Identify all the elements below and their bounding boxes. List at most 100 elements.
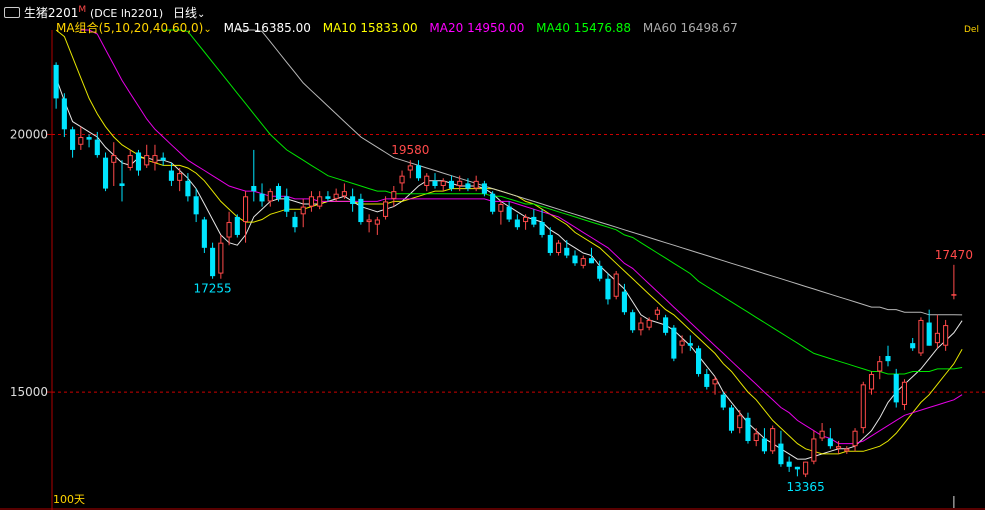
- candle: [638, 317, 644, 336]
- candle: [770, 425, 776, 454]
- candle-body: [259, 193, 265, 202]
- candle-body: [135, 152, 142, 171]
- bottom-period-label: 100天: [53, 493, 85, 506]
- candle: [555, 240, 562, 256]
- candle: [564, 240, 570, 259]
- candle: [901, 379, 908, 411]
- candle-body: [712, 379, 718, 385]
- chevron-down-icon: ⌄: [203, 24, 212, 35]
- candle-body: [251, 185, 257, 192]
- ma20-readout: MA20 14950.00: [429, 21, 525, 35]
- candle: [506, 201, 512, 223]
- candle-body: [152, 155, 158, 163]
- ma10-readout: MA10 15833.00: [322, 21, 418, 35]
- candle-body: [910, 343, 916, 349]
- low-price-label: 17255: [194, 282, 232, 296]
- candle: [111, 142, 117, 186]
- candle-body: [61, 98, 67, 130]
- period-selector[interactable]: 日线⌄: [173, 6, 205, 20]
- candle: [588, 247, 595, 264]
- candle-body: [737, 415, 743, 429]
- candle: [308, 191, 314, 212]
- candle: [860, 381, 866, 434]
- candle: [951, 264, 957, 300]
- title-bar: 生猪2201M (DCE lh2201) 日线⌄: [4, 3, 205, 22]
- candle: [753, 428, 759, 447]
- candle: [943, 319, 949, 351]
- candle: [86, 134, 92, 148]
- candle: [259, 183, 265, 207]
- symbol-mark: M: [78, 5, 87, 15]
- candle-body: [218, 242, 224, 274]
- candle: [663, 314, 669, 336]
- ma-group-selector[interactable]: MA组合(5,10,20,40,60,0)⌄: [56, 21, 216, 35]
- candle: [803, 461, 809, 478]
- price-chart[interactable]: 15000 20000 19580 17255 13365 17470: [0, 0, 985, 510]
- candle: [374, 216, 380, 235]
- candle-body: [638, 322, 644, 331]
- moving-average-layer: [55, 29, 963, 460]
- candle: [572, 250, 578, 266]
- candle-body: [185, 180, 191, 197]
- candle-body: [317, 196, 323, 207]
- candle: [621, 283, 627, 315]
- candle-body: [646, 319, 652, 328]
- candle: [325, 191, 331, 202]
- candle-body: [119, 183, 125, 186]
- candle-body: [70, 129, 76, 150]
- candle-body: [539, 222, 545, 235]
- ma5-line: [55, 77, 963, 460]
- candle: [193, 188, 199, 223]
- candle: [827, 428, 833, 449]
- candle: [728, 404, 735, 434]
- right-edge-label: Del: [964, 25, 979, 35]
- symbol-name[interactable]: 生猪2201: [24, 6, 79, 20]
- candle-body: [366, 219, 372, 223]
- candle: [243, 191, 249, 243]
- candle: [654, 307, 660, 320]
- candle: [234, 214, 240, 238]
- candle-body: [918, 319, 924, 354]
- candle-body: [308, 196, 314, 207]
- candle: [918, 317, 924, 357]
- ma40-line: [163, 29, 963, 375]
- candle: [284, 188, 290, 217]
- candle-body: [177, 173, 183, 181]
- candle: [251, 149, 257, 202]
- candle: [135, 149, 142, 176]
- candle-body: [275, 185, 282, 199]
- candle-body: [325, 196, 331, 199]
- ma20-line: [80, 29, 963, 445]
- candle: [399, 170, 405, 192]
- candle-body: [605, 278, 611, 300]
- ma-group-label: MA组合(5,10,20,40,60,0): [56, 21, 204, 35]
- candle-body: [498, 204, 504, 212]
- candle-body: [811, 438, 817, 462]
- candle-body: [761, 438, 767, 452]
- candle: [671, 325, 677, 362]
- candle: [844, 446, 850, 454]
- candle-body: [687, 343, 693, 346]
- candle-body: [597, 265, 603, 279]
- candle: [778, 430, 784, 467]
- candle: [226, 211, 232, 246]
- candle-body: [448, 180, 455, 189]
- candle-body: [547, 234, 553, 253]
- ma60-readout: MA60 16498.67: [642, 21, 738, 35]
- candle-body: [794, 466, 800, 470]
- candle-body: [94, 139, 100, 156]
- candle-body: [778, 443, 784, 465]
- candle: [61, 93, 67, 138]
- candle-body: [86, 137, 92, 140]
- candle-body: [572, 255, 578, 264]
- candle-body: [210, 247, 216, 277]
- menu-icon[interactable]: [4, 7, 20, 18]
- candle-body: [630, 312, 636, 331]
- candle-body: [350, 196, 356, 205]
- candle-body: [827, 438, 833, 447]
- candle-body: [580, 258, 586, 266]
- candle-body: [844, 448, 850, 452]
- candle-body: [901, 381, 908, 405]
- candle-body: [877, 361, 883, 372]
- candle-body: [300, 206, 306, 215]
